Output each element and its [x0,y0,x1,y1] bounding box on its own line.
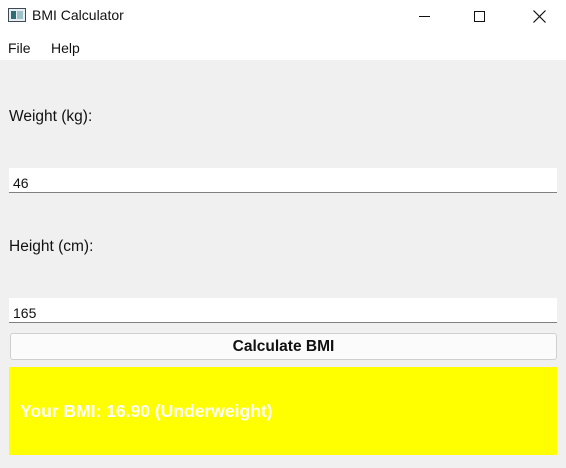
weight-input[interactable] [9,168,557,193]
close-icon [532,9,546,23]
result-panel: Your BMI: 16.90 (Underweight) [9,367,557,455]
close-button[interactable] [516,0,562,32]
calculate-bmi-button[interactable]: Calculate BMI [10,333,557,360]
menu-item-file[interactable]: File [8,40,31,56]
app-window-icon [8,8,26,22]
title-bar[interactable]: BMI Calculator [0,0,566,32]
menu-item-help[interactable]: Help [51,40,80,56]
maximize-button[interactable] [456,0,502,32]
minimize-icon [418,15,430,17]
maximize-icon [473,10,485,22]
main-panel: Weight (kg): Height (cm): Calculate BMI … [0,60,566,468]
window-title: BMI Calculator [32,7,124,23]
weight-label: Weight (kg): [9,108,93,125]
minimize-button[interactable] [401,0,447,32]
menu-bar: File Help [0,32,566,60]
bmi-result-text: Your BMI: 16.90 (Underweight) [20,400,273,421]
bmi-calculator-window: BMI Calculator File Help Weight (kg): He… [0,0,566,468]
height-input[interactable] [9,298,557,323]
height-label: Height (cm): [9,238,94,255]
